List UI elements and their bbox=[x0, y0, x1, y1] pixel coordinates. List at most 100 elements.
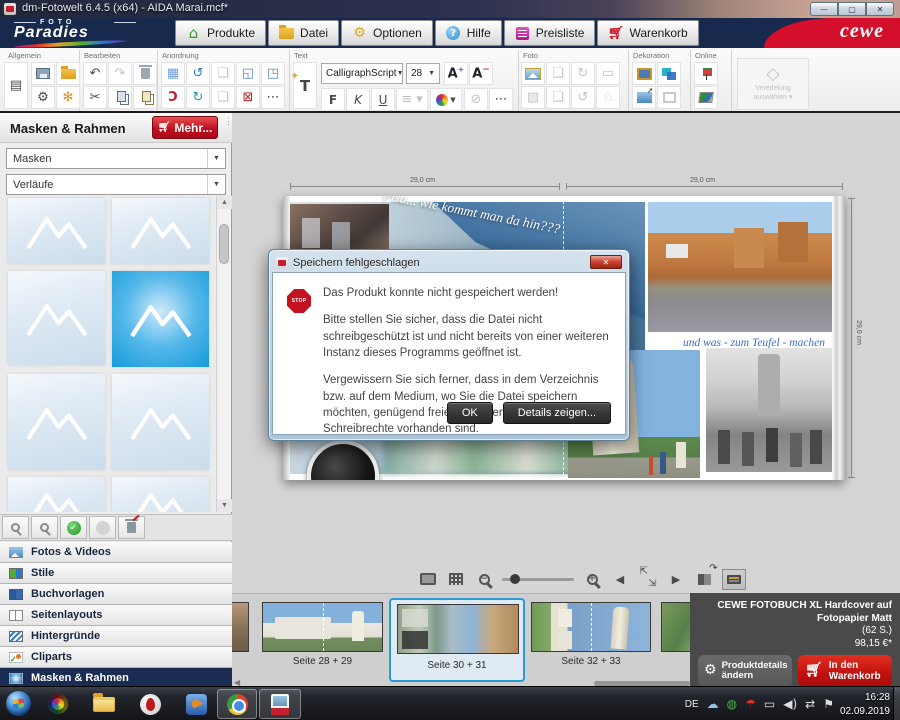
align-text-icon[interactable]: ≡ ▾ bbox=[396, 88, 428, 111]
page-thumb-image[interactable] bbox=[397, 604, 519, 654]
ok-button[interactable]: OK bbox=[447, 402, 493, 424]
zoom-slider-knob[interactable] bbox=[510, 574, 520, 584]
taskbar-nero-icon[interactable] bbox=[138, 692, 162, 716]
tray-flag-icon[interactable]: ⚑ bbox=[823, 698, 834, 710]
sidebar-item-stile[interactable]: Stile bbox=[0, 563, 232, 584]
photo-rotate-left-icon[interactable]: ↺ bbox=[571, 86, 595, 109]
mask-thumbnail[interactable] bbox=[8, 271, 105, 365]
frame-outline-icon[interactable] bbox=[657, 86, 681, 109]
page-thumb-partial-left[interactable] bbox=[232, 602, 249, 652]
tray-sync-icon[interactable]: ⇄ bbox=[805, 698, 815, 710]
photo-statue-bw[interactable] bbox=[706, 348, 832, 472]
grid-view-icon[interactable] bbox=[446, 569, 466, 589]
map-icon[interactable] bbox=[694, 86, 718, 109]
delete-mask-icon[interactable] bbox=[118, 516, 145, 539]
show-desktop-button[interactable] bbox=[893, 687, 900, 720]
menu-optionen[interactable]: ⚙ Optionen bbox=[341, 20, 433, 46]
sidebar-item-hintergruende[interactable]: Hintergründe bbox=[0, 626, 232, 647]
redo-icon[interactable]: ↷ bbox=[108, 62, 132, 85]
flip-book-icon[interactable] bbox=[694, 569, 714, 589]
sidebar-item-seitenlayouts[interactable]: Seitenlayouts bbox=[0, 605, 232, 626]
zoom-out-thumbs-icon[interactable] bbox=[2, 516, 29, 539]
insert-photo-icon[interactable] bbox=[521, 62, 545, 85]
cut-icon[interactable]: ✂ bbox=[83, 86, 107, 109]
remove-layer-icon[interactable]: ⊠ bbox=[236, 86, 260, 109]
mask-thumbnail[interactable] bbox=[8, 477, 105, 512]
framed-picture-icon[interactable] bbox=[632, 62, 656, 85]
details-button[interactable]: Details zeigen... bbox=[503, 402, 611, 424]
favorite-disabled-icon[interactable] bbox=[89, 516, 116, 539]
photo-enhance-icon[interactable]: ▧ bbox=[521, 86, 545, 109]
panel-grip-icon[interactable]: ⋮ bbox=[224, 119, 233, 124]
copy-icon[interactable] bbox=[108, 86, 132, 109]
zoom-slider[interactable] bbox=[502, 578, 574, 581]
close-button[interactable]: ✕ bbox=[866, 2, 894, 16]
add-to-cart-button[interactable]: 🛒︎ In den Warenkorb bbox=[798, 655, 892, 687]
mask-grid-scrollbar[interactable]: ▲ ▼ bbox=[216, 196, 231, 512]
carousel-icon[interactable]: ♘ bbox=[596, 86, 620, 109]
delete-icon[interactable] bbox=[133, 62, 157, 85]
tray-volume-icon[interactable]: ◀) bbox=[783, 698, 797, 710]
prev-page-icon[interactable]: ◀ bbox=[610, 569, 630, 589]
photo-frame-icon[interactable]: ▭ bbox=[596, 62, 620, 85]
background-image-icon[interactable] bbox=[632, 86, 656, 109]
menu-preisliste[interactable]: Preisliste bbox=[504, 20, 596, 46]
tray-green-app-icon[interactable]: ◍ bbox=[727, 698, 737, 710]
font-family-select[interactable]: CalligraphScript▼ bbox=[321, 63, 403, 84]
verlaeufe-dropdown[interactable]: Verläufe ▼ bbox=[6, 174, 226, 195]
dialog-title-bar[interactable]: Speichern fehlgeschlagen ✕ bbox=[272, 253, 626, 272]
photo-shape-icon[interactable]: ❏ bbox=[546, 62, 570, 85]
undo-icon[interactable]: ↶ bbox=[83, 62, 107, 85]
next-page-icon[interactable]: ▶ bbox=[666, 569, 686, 589]
photo-street-scene[interactable] bbox=[648, 202, 832, 332]
title-bar[interactable]: dm-Fotowelt 6.4.5 (x64) - AIDA Marai.mcf… bbox=[0, 0, 900, 18]
mask-thumbnail[interactable] bbox=[112, 477, 209, 512]
mask-thumbnail[interactable] bbox=[8, 374, 105, 470]
page-thumb-30-31-selected[interactable]: Seite 30 + 31 bbox=[389, 598, 525, 682]
photo-rotate-icon[interactable]: ↻ bbox=[571, 62, 595, 85]
more-anordnung-icon[interactable]: ⋯ bbox=[261, 86, 285, 109]
start-button[interactable] bbox=[6, 691, 31, 716]
minimize-button[interactable]: — bbox=[810, 2, 838, 16]
sidebar-item-buchvorlagen[interactable]: Buchvorlagen bbox=[0, 584, 232, 605]
page-thumb-32-33[interactable] bbox=[531, 602, 651, 652]
paste-icon[interactable] bbox=[133, 86, 157, 109]
tray-avira-icon[interactable]: ☂ bbox=[745, 698, 756, 710]
font-larger-icon[interactable]: A+ bbox=[444, 62, 468, 85]
masken-dropdown[interactable]: Masken ▼ bbox=[6, 148, 226, 169]
tray-display-icon[interactable]: ▭ bbox=[764, 698, 775, 710]
taskbar-fotowelt-icon[interactable] bbox=[259, 689, 301, 719]
taskbar-explorer-icon[interactable] bbox=[92, 692, 116, 716]
add-text-button[interactable]: T bbox=[293, 62, 317, 109]
italic-icon[interactable]: K bbox=[346, 88, 370, 111]
font-size-select[interactable]: 28▼ bbox=[406, 63, 440, 84]
sidebar-item-cliparts[interactable]: Cliparts bbox=[0, 647, 232, 668]
shapes-icon[interactable] bbox=[657, 62, 681, 85]
language-indicator[interactable]: DE bbox=[685, 699, 699, 710]
menu-hilfe[interactable]: ? Hilfe bbox=[435, 20, 502, 46]
fullscreen-icon[interactable] bbox=[638, 569, 658, 589]
more-text-icon[interactable]: ⋯ bbox=[489, 88, 513, 111]
zoom-in-thumbs-icon[interactable] bbox=[31, 516, 58, 539]
taskbar-mediaplayer-icon[interactable] bbox=[184, 692, 208, 716]
align-corner-icon[interactable]: ◱ bbox=[236, 62, 260, 85]
magnet-icon[interactable]: Ɔ bbox=[161, 86, 185, 109]
maximize-button[interactable]: ▢ bbox=[838, 2, 866, 16]
open-folder-icon[interactable] bbox=[56, 62, 80, 85]
scroll-up-icon[interactable]: ▲ bbox=[217, 196, 232, 209]
zoom-in-icon[interactable]: + bbox=[582, 569, 602, 589]
rotate-left-icon[interactable]: ↺ bbox=[186, 62, 210, 85]
single-page-view-icon[interactable] bbox=[418, 569, 438, 589]
mask-thumbnail[interactable] bbox=[112, 198, 209, 264]
book-preview-button[interactable]: ▤ bbox=[4, 62, 28, 109]
pin-icon[interactable] bbox=[694, 62, 718, 85]
layers-icon[interactable]: ❏ bbox=[211, 62, 235, 85]
align-corner2-icon[interactable]: ◳ bbox=[261, 62, 285, 85]
taskbar-clock[interactable]: 16:28 02.09.2019 bbox=[840, 691, 890, 718]
save-icon[interactable] bbox=[31, 62, 55, 85]
taskbar-chrome-icon[interactable] bbox=[217, 689, 257, 719]
sidebar-item-fotos-videos[interactable]: Fotos & Videos bbox=[0, 542, 232, 563]
favorite-icon[interactable]: ✓ bbox=[60, 516, 87, 539]
scroll-down-icon[interactable]: ▼ bbox=[217, 499, 232, 512]
photo-shape2-icon[interactable]: ❏ bbox=[546, 86, 570, 109]
